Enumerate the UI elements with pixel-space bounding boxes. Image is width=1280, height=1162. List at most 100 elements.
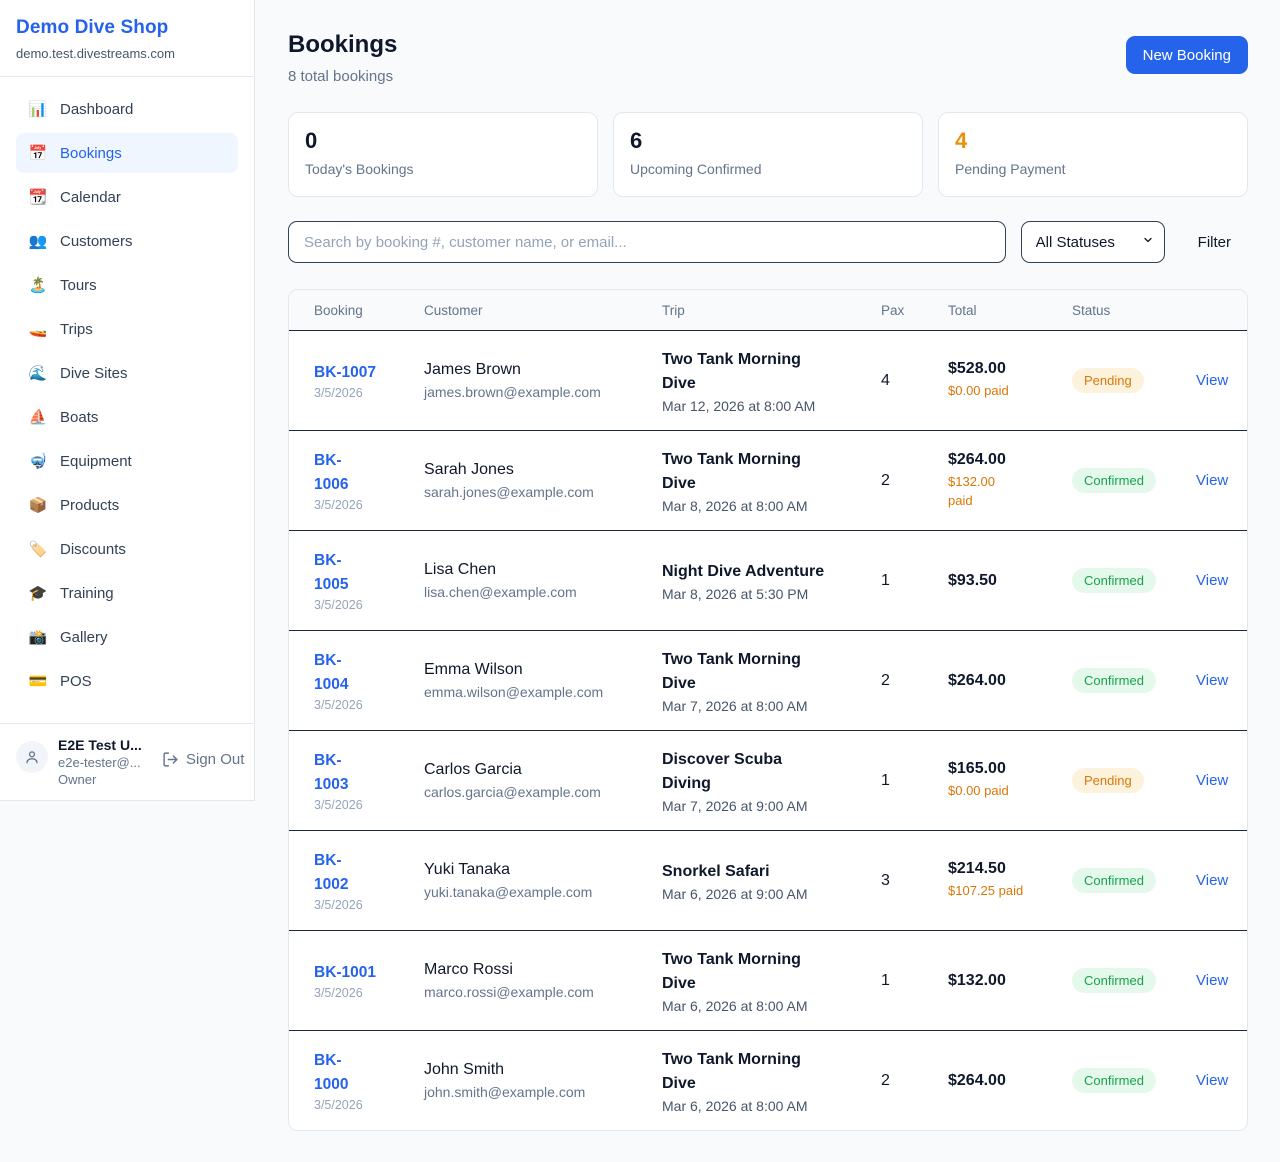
booking-id-link[interactable]: BK- 1003 [314, 749, 348, 796]
total-amount: $165.00 [948, 760, 1072, 778]
trip-datetime: Mar 7, 2026 at 9:00 AM [662, 798, 881, 814]
paid-amount: $0.00 paid [948, 382, 1072, 400]
trip-datetime: Mar 8, 2026 at 5:30 PM [662, 586, 881, 602]
booking-id-link[interactable]: BK- 1006 [314, 449, 348, 496]
table-row: BK- 1005 3/5/2026 Lisa Chen lisa.chen@ex… [289, 530, 1247, 630]
stat-card-upcoming-confirmed: 6 Upcoming Confirmed [613, 112, 923, 197]
customer-cell: Yuki Tanaka yuki.tanaka@example.com [424, 861, 662, 900]
booking-id-link[interactable]: BK- 1005 [314, 549, 348, 596]
trip-cell: Two Tank Morning Dive Mar 6, 2026 at 8:0… [662, 948, 881, 1014]
user-info: E2E Test U... e2e-tester@... Owner [58, 737, 150, 787]
sidebar-item-trips[interactable]: 🚤 Trips [16, 309, 238, 349]
booking-date: 3/5/2026 [314, 386, 424, 400]
sidebar-item-boats[interactable]: ⛵ Boats [16, 397, 238, 437]
stat-value: 0 [305, 128, 581, 154]
actions-cell: View [1196, 772, 1228, 790]
new-booking-button[interactable]: New Booking [1126, 36, 1248, 74]
column-header-status: Status [1072, 303, 1196, 318]
user-email: e2e-tester@... [58, 755, 150, 770]
trip-cell: Two Tank Morning Dive Mar 6, 2026 at 8:0… [662, 1048, 881, 1114]
sidebar-item-dive-sites[interactable]: 🌊 Dive Sites [16, 353, 238, 393]
view-link[interactable]: View [1196, 472, 1228, 489]
sailboat-icon: ⛵ [28, 410, 48, 425]
sidebar-item-discounts[interactable]: 🏷️ Discounts [16, 529, 238, 569]
actions-cell: View [1196, 872, 1228, 890]
sign-out-button[interactable]: Sign Out [162, 751, 244, 768]
view-link[interactable]: View [1196, 972, 1228, 989]
booking-id-link[interactable]: BK- 1004 [314, 649, 348, 696]
view-link[interactable]: View [1196, 572, 1228, 589]
trip-cell: Two Tank Morning Dive Mar 12, 2026 at 8:… [662, 348, 881, 414]
booking-id-link[interactable]: BK-1001 [314, 961, 376, 984]
filter-button[interactable]: Filter [1198, 234, 1231, 251]
status-badge: Confirmed [1072, 968, 1156, 993]
trip-datetime: Mar 7, 2026 at 8:00 AM [662, 698, 881, 714]
pax-value: 4 [881, 372, 948, 390]
booking-cell: BK- 1005 3/5/2026 [314, 549, 424, 612]
trip-datetime: Mar 6, 2026 at 8:00 AM [662, 998, 881, 1014]
view-link[interactable]: View [1196, 372, 1228, 389]
total-cell: $264.00 $132.00 paid [948, 451, 1072, 509]
column-header-pax: Pax [881, 303, 948, 318]
customer-name: Marco Rossi [424, 961, 662, 979]
total-cell: $132.00 [948, 972, 1072, 990]
sidebar-item-calendar[interactable]: 📆 Calendar [16, 177, 238, 217]
status-cell: Pending [1072, 368, 1196, 393]
avatar [16, 741, 48, 773]
page-header: Bookings 8 total bookings New Booking [288, 31, 1248, 85]
customer-cell: Emma Wilson emma.wilson@example.com [424, 661, 662, 700]
credit-card-icon: 💳 [28, 674, 48, 689]
status-cell: Confirmed [1072, 568, 1196, 593]
view-link[interactable]: View [1196, 672, 1228, 689]
bookings-table: Booking Customer Trip Pax Total Status B… [288, 289, 1248, 1131]
status-select[interactable]: All Statuses [1021, 221, 1165, 263]
view-link[interactable]: View [1196, 772, 1228, 789]
trip-datetime: Mar 6, 2026 at 8:00 AM [662, 1098, 881, 1114]
logout-icon [162, 751, 179, 768]
customer-cell: Marco Rossi marco.rossi@example.com [424, 961, 662, 1000]
total-cell: $93.50 [948, 572, 1072, 590]
pax-value: 1 [881, 972, 948, 990]
customer-email: john.smith@example.com [424, 1084, 662, 1100]
booking-date: 3/5/2026 [314, 698, 424, 712]
trip-cell: Discover Scuba Diving Mar 7, 2026 at 9:0… [662, 748, 881, 814]
sidebar-item-products[interactable]: 📦 Products [16, 485, 238, 525]
sidebar-item-gallery[interactable]: 📸 Gallery [16, 617, 238, 657]
table-row: BK- 1004 3/5/2026 Emma Wilson emma.wilso… [289, 630, 1247, 730]
booking-date: 3/5/2026 [314, 898, 424, 912]
booking-id-link[interactable]: BK-1007 [314, 361, 376, 384]
trip-cell: Night Dive Adventure Mar 8, 2026 at 5:30… [662, 560, 881, 602]
booking-cell: BK- 1003 3/5/2026 [314, 749, 424, 812]
paid-amount: $132.00 paid [948, 473, 1072, 509]
trip-name: Night Dive Adventure [662, 560, 828, 584]
status-cell: Confirmed [1072, 468, 1196, 493]
customer-name: Sarah Jones [424, 461, 662, 479]
paid-amount: $107.25 paid [948, 882, 1072, 900]
pax-value: 2 [881, 672, 948, 690]
sidebar-item-training[interactable]: 🎓 Training [16, 573, 238, 613]
actions-cell: View [1196, 372, 1228, 390]
column-header-total: Total [948, 303, 1072, 318]
booking-cell: BK- 1000 3/5/2026 [314, 1049, 424, 1112]
trip-datetime: Mar 12, 2026 at 8:00 AM [662, 398, 881, 414]
table-body: BK-1007 3/5/2026 James Brown james.brown… [289, 330, 1247, 1130]
sidebar-item-customers[interactable]: 👥 Customers [16, 221, 238, 261]
user-name: E2E Test U... [58, 737, 150, 753]
actions-cell: View [1196, 1072, 1228, 1090]
view-link[interactable]: View [1196, 1072, 1228, 1089]
view-link[interactable]: View [1196, 872, 1228, 889]
sidebar-item-tours[interactable]: 🏝️ Tours [16, 265, 238, 305]
sidebar-item-bookings[interactable]: 📅 Bookings [16, 133, 238, 173]
status-cell: Confirmed [1072, 968, 1196, 993]
stat-value: 4 [955, 128, 1231, 154]
booking-date: 3/5/2026 [314, 798, 424, 812]
customer-name: Emma Wilson [424, 661, 662, 679]
sidebar-item-equipment[interactable]: 🤿 Equipment [16, 441, 238, 481]
sidebar-item-pos[interactable]: 💳 POS [16, 661, 238, 701]
booking-id-link[interactable]: BK- 1002 [314, 849, 348, 896]
search-input[interactable] [288, 221, 1006, 263]
trip-name: Two Tank Morning Dive [662, 948, 828, 996]
booking-id-link[interactable]: BK- 1000 [314, 1049, 348, 1096]
sidebar-item-dashboard[interactable]: 📊 Dashboard [16, 89, 238, 129]
island-icon: 🏝️ [28, 278, 48, 293]
